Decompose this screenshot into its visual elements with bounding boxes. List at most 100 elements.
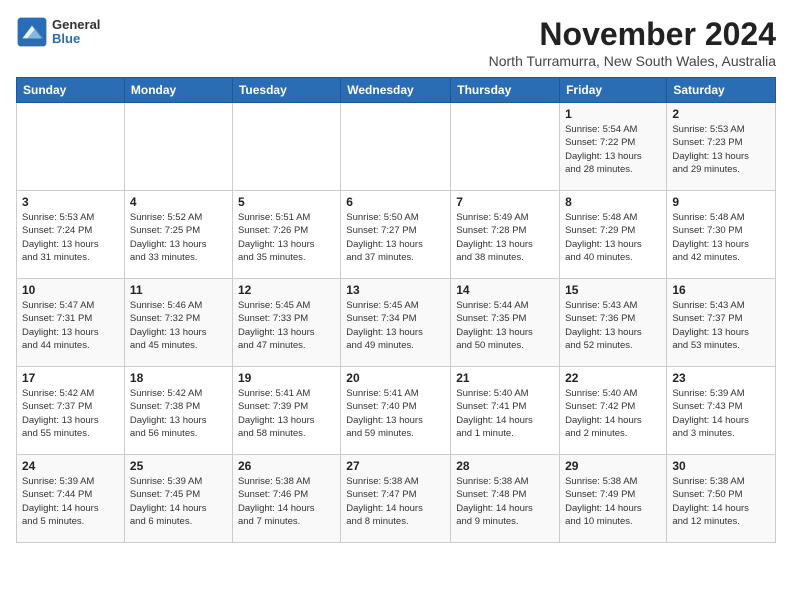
day-info: Sunrise: 5:48 AM Sunset: 7:30 PM Dayligh… bbox=[672, 211, 770, 264]
day-number: 30 bbox=[672, 459, 770, 473]
calendar-cell bbox=[232, 103, 340, 191]
day-number: 8 bbox=[565, 195, 661, 209]
calendar-cell: 9 Sunrise: 5:48 AM Sunset: 7:30 PM Daylig… bbox=[667, 191, 776, 279]
day-info: Sunrise: 5:43 AM Sunset: 7:36 PM Dayligh… bbox=[565, 299, 661, 352]
calendar-cell: 15 Sunrise: 5:43 AM Sunset: 7:36 PM Dayli… bbox=[560, 279, 667, 367]
day-info: Sunrise: 5:41 AM Sunset: 7:39 PM Dayligh… bbox=[238, 387, 335, 440]
day-info: Sunrise: 5:39 AM Sunset: 7:44 PM Dayligh… bbox=[22, 475, 119, 528]
calendar-table: SundayMondayTuesdayWednesdayThursdayFrid… bbox=[16, 77, 776, 543]
day-number: 12 bbox=[238, 283, 335, 297]
day-number: 29 bbox=[565, 459, 661, 473]
day-info: Sunrise: 5:46 AM Sunset: 7:32 PM Dayligh… bbox=[130, 299, 227, 352]
calendar-cell: 23 Sunrise: 5:39 AM Sunset: 7:43 PM Dayli… bbox=[667, 367, 776, 455]
calendar-cell: 2 Sunrise: 5:53 AM Sunset: 7:23 PM Daylig… bbox=[667, 103, 776, 191]
calendar-cell bbox=[124, 103, 232, 191]
day-of-week-header: Saturday bbox=[667, 78, 776, 103]
day-number: 27 bbox=[346, 459, 445, 473]
logo: General Blue bbox=[16, 16, 100, 48]
day-info: Sunrise: 5:45 AM Sunset: 7:34 PM Dayligh… bbox=[346, 299, 445, 352]
day-of-week-header: Tuesday bbox=[232, 78, 340, 103]
day-number: 16 bbox=[672, 283, 770, 297]
day-info: Sunrise: 5:38 AM Sunset: 7:47 PM Dayligh… bbox=[346, 475, 445, 528]
title-block: November 2024 North Turramurra, New Sout… bbox=[489, 16, 776, 69]
calendar-week-row: 3 Sunrise: 5:53 AM Sunset: 7:24 PM Daylig… bbox=[17, 191, 776, 279]
day-info: Sunrise: 5:38 AM Sunset: 7:46 PM Dayligh… bbox=[238, 475, 335, 528]
day-info: Sunrise: 5:41 AM Sunset: 7:40 PM Dayligh… bbox=[346, 387, 445, 440]
calendar-cell bbox=[451, 103, 560, 191]
day-info: Sunrise: 5:45 AM Sunset: 7:33 PM Dayligh… bbox=[238, 299, 335, 352]
day-number: 24 bbox=[22, 459, 119, 473]
day-info: Sunrise: 5:49 AM Sunset: 7:28 PM Dayligh… bbox=[456, 211, 554, 264]
calendar-cell: 29 Sunrise: 5:38 AM Sunset: 7:49 PM Dayli… bbox=[560, 455, 667, 543]
day-info: Sunrise: 5:39 AM Sunset: 7:43 PM Dayligh… bbox=[672, 387, 770, 440]
day-info: Sunrise: 5:47 AM Sunset: 7:31 PM Dayligh… bbox=[22, 299, 119, 352]
calendar-cell: 14Sunrise: 5:44 AM Sunset: 7:35 PM Dayli… bbox=[451, 279, 560, 367]
day-number: 20 bbox=[346, 371, 445, 385]
day-info: Sunrise: 5:48 AM Sunset: 7:29 PM Dayligh… bbox=[565, 211, 661, 264]
day-number: 25 bbox=[130, 459, 227, 473]
day-number: 18 bbox=[130, 371, 227, 385]
logo-text: General Blue bbox=[52, 18, 100, 47]
calendar-cell: 18 Sunrise: 5:42 AM Sunset: 7:38 PM Dayli… bbox=[124, 367, 232, 455]
day-number: 2 bbox=[672, 107, 770, 121]
day-number: 21 bbox=[456, 371, 554, 385]
header-row: SundayMondayTuesdayWednesdayThursdayFrid… bbox=[17, 78, 776, 103]
calendar-body: 1 Sunrise: 5:54 AM Sunset: 7:22 PM Daylig… bbox=[17, 103, 776, 543]
day-number: 28 bbox=[456, 459, 554, 473]
day-info: Sunrise: 5:40 AM Sunset: 7:41 PM Dayligh… bbox=[456, 387, 554, 440]
day-number: 7 bbox=[456, 195, 554, 209]
day-number: 23 bbox=[672, 371, 770, 385]
calendar-cell: 7 Sunrise: 5:49 AM Sunset: 7:28 PM Daylig… bbox=[451, 191, 560, 279]
calendar-cell: 28 Sunrise: 5:38 AM Sunset: 7:48 PM Dayli… bbox=[451, 455, 560, 543]
calendar-cell: 27 Sunrise: 5:38 AM Sunset: 7:47 PM Dayli… bbox=[341, 455, 451, 543]
day-number: 22 bbox=[565, 371, 661, 385]
day-of-week-header: Monday bbox=[124, 78, 232, 103]
day-info: Sunrise: 5:43 AM Sunset: 7:37 PM Dayligh… bbox=[672, 299, 770, 352]
calendar-week-row: 17Sunrise: 5:42 AM Sunset: 7:37 PM Dayli… bbox=[17, 367, 776, 455]
day-number: 13 bbox=[346, 283, 445, 297]
calendar-cell: 6 Sunrise: 5:50 AM Sunset: 7:27 PM Daylig… bbox=[341, 191, 451, 279]
logo-blue: Blue bbox=[52, 32, 100, 46]
calendar-cell bbox=[341, 103, 451, 191]
day-info: Sunrise: 5:38 AM Sunset: 7:50 PM Dayligh… bbox=[672, 475, 770, 528]
day-info: Sunrise: 5:52 AM Sunset: 7:25 PM Dayligh… bbox=[130, 211, 227, 264]
day-info: Sunrise: 5:53 AM Sunset: 7:23 PM Dayligh… bbox=[672, 123, 770, 176]
calendar-cell: 12 Sunrise: 5:45 AM Sunset: 7:33 PM Dayli… bbox=[232, 279, 340, 367]
calendar-cell: 26Sunrise: 5:38 AM Sunset: 7:46 PM Dayli… bbox=[232, 455, 340, 543]
calendar-cell: 8 Sunrise: 5:48 AM Sunset: 7:29 PM Daylig… bbox=[560, 191, 667, 279]
day-info: Sunrise: 5:50 AM Sunset: 7:27 PM Dayligh… bbox=[346, 211, 445, 264]
day-number: 15 bbox=[565, 283, 661, 297]
calendar-cell bbox=[17, 103, 125, 191]
day-info: Sunrise: 5:54 AM Sunset: 7:22 PM Dayligh… bbox=[565, 123, 661, 176]
calendar-cell: 22Sunrise: 5:40 AM Sunset: 7:42 PM Dayli… bbox=[560, 367, 667, 455]
day-info: Sunrise: 5:42 AM Sunset: 7:38 PM Dayligh… bbox=[130, 387, 227, 440]
day-number: 17 bbox=[22, 371, 119, 385]
calendar-cell: 4Sunrise: 5:52 AM Sunset: 7:25 PM Daylig… bbox=[124, 191, 232, 279]
day-info: Sunrise: 5:38 AM Sunset: 7:48 PM Dayligh… bbox=[456, 475, 554, 528]
calendar-cell: 20 Sunrise: 5:41 AM Sunset: 7:40 PM Dayli… bbox=[341, 367, 451, 455]
day-number: 6 bbox=[346, 195, 445, 209]
logo-general: General bbox=[52, 18, 100, 32]
day-number: 10 bbox=[22, 283, 119, 297]
day-number: 1 bbox=[565, 107, 661, 121]
day-number: 19 bbox=[238, 371, 335, 385]
day-number: 11 bbox=[130, 283, 227, 297]
calendar-week-row: 24 Sunrise: 5:39 AM Sunset: 7:44 PM Dayli… bbox=[17, 455, 776, 543]
calendar-cell: 25 Sunrise: 5:39 AM Sunset: 7:45 PM Dayli… bbox=[124, 455, 232, 543]
calendar-cell: 24 Sunrise: 5:39 AM Sunset: 7:44 PM Dayli… bbox=[17, 455, 125, 543]
month-year: November 2024 bbox=[489, 16, 776, 53]
day-number: 9 bbox=[672, 195, 770, 209]
day-info: Sunrise: 5:51 AM Sunset: 7:26 PM Dayligh… bbox=[238, 211, 335, 264]
calendar-cell: 21 Sunrise: 5:40 AM Sunset: 7:41 PM Dayli… bbox=[451, 367, 560, 455]
calendar-cell: 11 Sunrise: 5:46 AM Sunset: 7:32 PM Dayli… bbox=[124, 279, 232, 367]
day-info: Sunrise: 5:53 AM Sunset: 7:24 PM Dayligh… bbox=[22, 211, 119, 264]
day-info: Sunrise: 5:44 AM Sunset: 7:35 PM Dayligh… bbox=[456, 299, 554, 352]
calendar-cell: 3 Sunrise: 5:53 AM Sunset: 7:24 PM Daylig… bbox=[17, 191, 125, 279]
day-of-week-header: Friday bbox=[560, 78, 667, 103]
day-info: Sunrise: 5:39 AM Sunset: 7:45 PM Dayligh… bbox=[130, 475, 227, 528]
day-number: 5 bbox=[238, 195, 335, 209]
calendar-header: SundayMondayTuesdayWednesdayThursdayFrid… bbox=[17, 78, 776, 103]
day-number: 3 bbox=[22, 195, 119, 209]
day-info: Sunrise: 5:38 AM Sunset: 7:49 PM Dayligh… bbox=[565, 475, 661, 528]
day-of-week-header: Thursday bbox=[451, 78, 560, 103]
